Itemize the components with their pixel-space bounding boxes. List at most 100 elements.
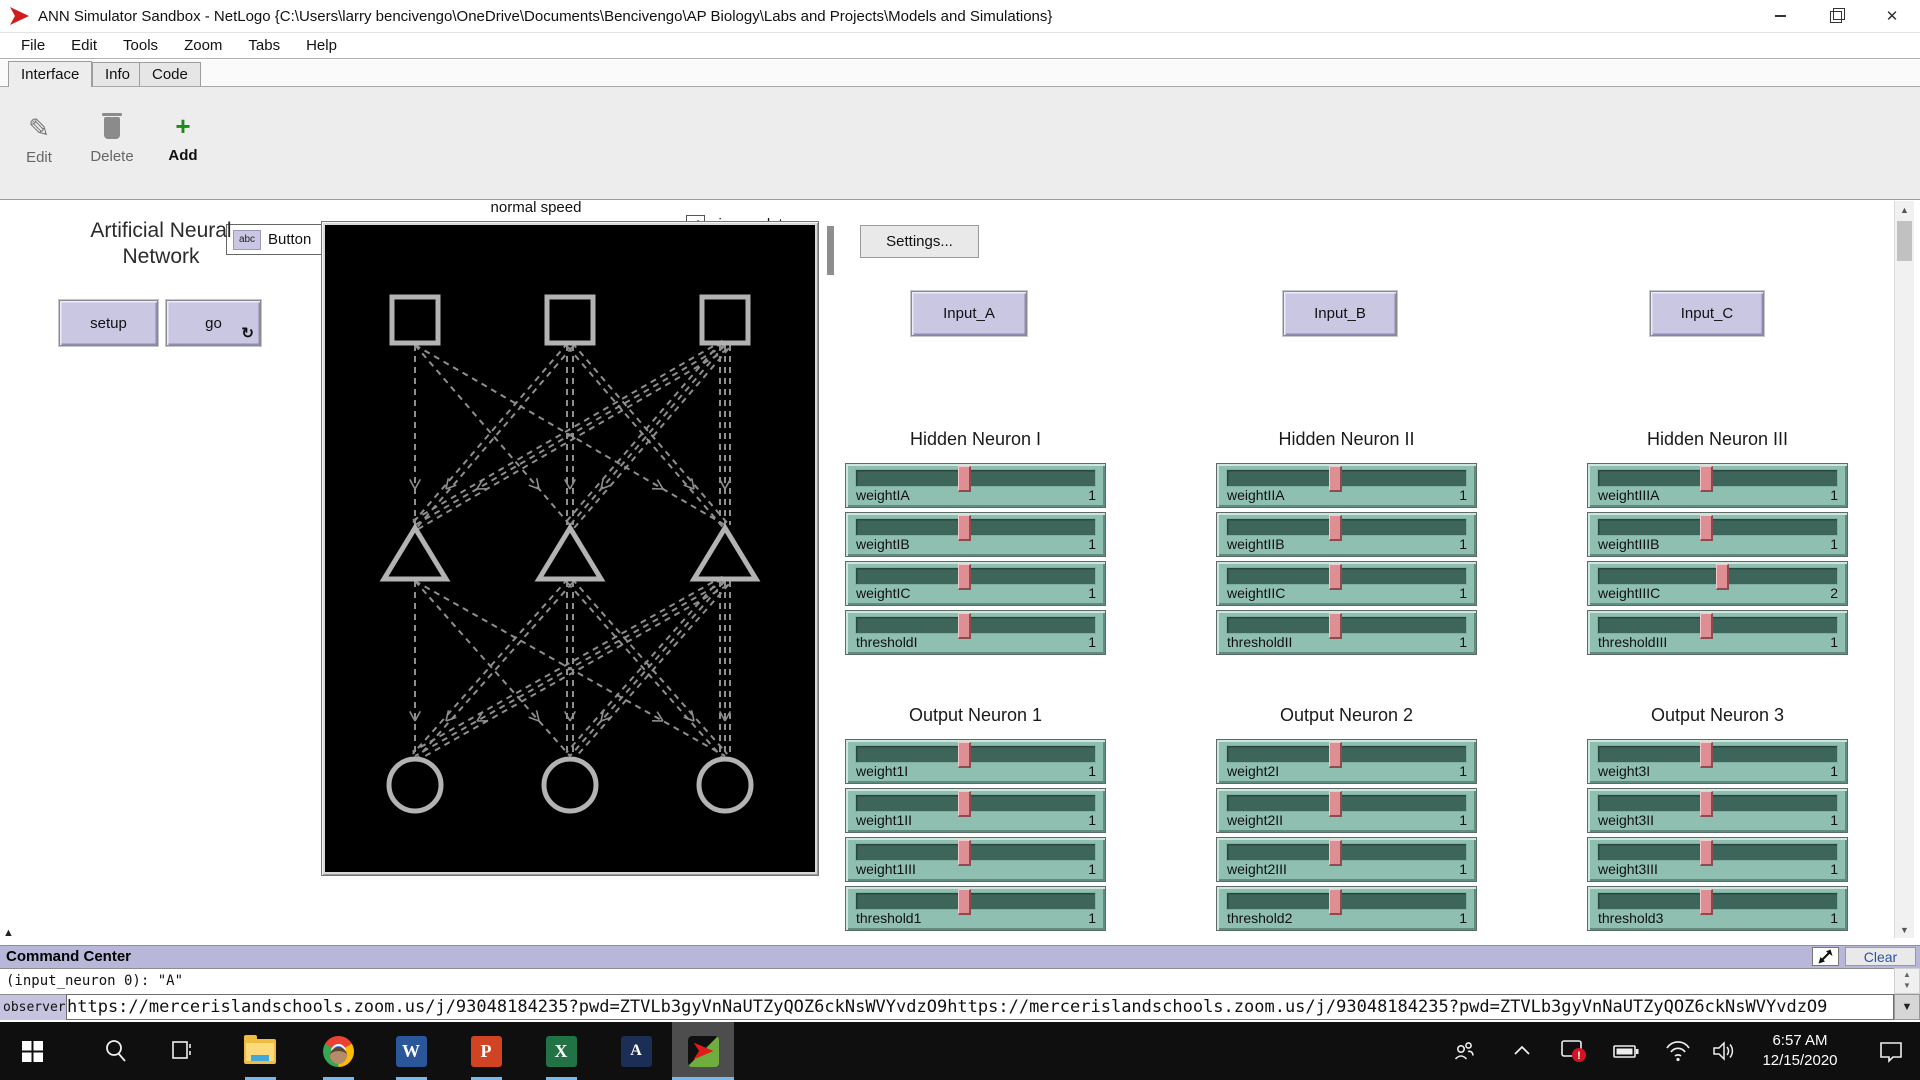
menu-zoom[interactable]: Zoom: [171, 37, 235, 54]
slider-handle[interactable]: [1700, 791, 1713, 817]
slider-handle[interactable]: [1329, 466, 1342, 492]
menu-edit[interactable]: Edit: [58, 37, 110, 54]
input-c-button[interactable]: Input_C: [1650, 291, 1764, 336]
command-center-expand-button[interactable]: [1812, 947, 1839, 966]
slider-weight3I[interactable]: weight3I1: [1587, 739, 1848, 784]
slider-handle[interactable]: [1329, 889, 1342, 915]
tray-notification-app-button[interactable]: !: [1552, 1022, 1596, 1080]
taskbar-word[interactable]: W: [389, 1022, 433, 1080]
taskbar-chrome[interactable]: [316, 1022, 360, 1080]
slider-handle[interactable]: [958, 466, 971, 492]
slider-track[interactable]: [855, 616, 1096, 634]
setup-button[interactable]: setup: [59, 300, 158, 346]
taskbar-acrobat[interactable]: A: [614, 1022, 658, 1080]
slider-track[interactable]: [1597, 616, 1838, 634]
slider-thresholdI[interactable]: thresholdI1: [845, 610, 1106, 655]
input-a-button[interactable]: Input_A: [911, 291, 1027, 336]
slider-handle[interactable]: [1700, 840, 1713, 866]
slider-track[interactable]: [1597, 518, 1838, 536]
delete-widget-button[interactable]: Delete: [84, 113, 140, 165]
slider-handle[interactable]: [1700, 515, 1713, 541]
slider-handle[interactable]: [1716, 564, 1729, 590]
action-center-button[interactable]: [1866, 1022, 1916, 1080]
task-view-button[interactable]: [158, 1022, 206, 1080]
go-button[interactable]: go ↻: [166, 300, 261, 346]
slider-handle[interactable]: [958, 742, 971, 768]
slider-track[interactable]: [855, 567, 1096, 585]
slider-weightIB[interactable]: weightIB1: [845, 512, 1106, 557]
slider-handle[interactable]: [958, 840, 971, 866]
slider-weight3II[interactable]: weight3II1: [1587, 788, 1848, 833]
slider-track[interactable]: [1226, 892, 1467, 910]
tray-wifi-button[interactable]: [1656, 1022, 1700, 1080]
add-widget-button[interactable]: + Add: [160, 111, 206, 164]
close-button[interactable]: ✕: [1864, 0, 1920, 32]
slider-handle[interactable]: [958, 515, 971, 541]
scroll-corner-icon[interactable]: ▲: [3, 927, 14, 939]
input-b-button[interactable]: Input_B: [1283, 291, 1397, 336]
command-input[interactable]: https://mercerislandschools.zoom.us/j/93…: [66, 994, 1894, 1020]
command-log-scrollbar[interactable]: ▲ ▼: [1894, 968, 1920, 994]
slider-thresholdII[interactable]: thresholdII1: [1216, 610, 1477, 655]
slider-weight2II[interactable]: weight2II1: [1216, 788, 1477, 833]
slider-track[interactable]: [1597, 892, 1838, 910]
slider-weightIA[interactable]: weightIA1: [845, 463, 1106, 508]
observer-prompt[interactable]: observer>: [0, 994, 66, 1020]
tray-people-button[interactable]: [1442, 1022, 1486, 1080]
slider-handle[interactable]: [1329, 742, 1342, 768]
slider-track[interactable]: [855, 843, 1096, 861]
slider-handle[interactable]: [958, 564, 971, 590]
slider-weight2III[interactable]: weight2III1: [1216, 837, 1477, 882]
tab-interface[interactable]: Interface: [8, 61, 92, 87]
command-history-dropdown[interactable]: ▼: [1894, 994, 1920, 1020]
menu-file[interactable]: File: [8, 37, 58, 54]
slider-handle[interactable]: [1329, 613, 1342, 639]
clear-button[interactable]: Clear: [1845, 947, 1916, 966]
scroll-down-icon[interactable]: ▼: [1895, 980, 1919, 991]
slider-track[interactable]: [1226, 616, 1467, 634]
command-center-header[interactable]: [0, 945, 1920, 968]
edit-widget-button[interactable]: ✎ Edit: [16, 113, 62, 166]
slider-track[interactable]: [1226, 518, 1467, 536]
slider-weight1II[interactable]: weight1II1: [845, 788, 1106, 833]
scroll-up-icon[interactable]: ▲: [1895, 201, 1914, 218]
slider-weight2I[interactable]: weight2I1: [1216, 739, 1477, 784]
tray-overflow-button[interactable]: [1502, 1022, 1542, 1080]
slider-track[interactable]: [1597, 469, 1838, 487]
slider-weightIIC[interactable]: weightIIC1: [1216, 561, 1477, 606]
title-bar[interactable]: ANN Simulator Sandbox - NetLogo {C:\User…: [0, 0, 1920, 33]
slider-weight1III[interactable]: weight1III1: [845, 837, 1106, 882]
scroll-up-icon[interactable]: ▲: [1895, 969, 1919, 980]
slider-weight1I[interactable]: weight1I1: [845, 739, 1106, 784]
slider-weightIIIB[interactable]: weightIIIB1: [1587, 512, 1848, 557]
taskbar-powerpoint[interactable]: P: [464, 1022, 508, 1080]
slider-track[interactable]: [1226, 745, 1467, 763]
slider-weight3III[interactable]: weight3III1: [1587, 837, 1848, 882]
slider-handle[interactable]: [1700, 466, 1713, 492]
slider-track[interactable]: [1226, 794, 1467, 812]
menu-tools[interactable]: Tools: [110, 37, 171, 54]
slider-handle[interactable]: [1329, 791, 1342, 817]
slider-handle[interactable]: [1700, 742, 1713, 768]
search-button[interactable]: [92, 1022, 140, 1080]
slider-thresholdIII[interactable]: thresholdIII1: [1587, 610, 1848, 655]
slider-handle[interactable]: [958, 889, 971, 915]
start-button[interactable]: [8, 1022, 56, 1080]
taskbar-file-explorer[interactable]: [238, 1022, 282, 1080]
slider-track[interactable]: [855, 745, 1096, 763]
slider-weightIIB[interactable]: weightIIB1: [1216, 512, 1477, 557]
slider-track[interactable]: [1597, 843, 1838, 861]
taskbar-excel[interactable]: X: [539, 1022, 583, 1080]
settings-button[interactable]: Settings...: [860, 225, 979, 258]
slider-handle[interactable]: [1329, 840, 1342, 866]
slider-weightIIIA[interactable]: weightIIIA1: [1587, 463, 1848, 508]
slider-handle[interactable]: [1329, 564, 1342, 590]
tab-info[interactable]: Info: [92, 62, 143, 86]
tray-battery-button[interactable]: [1604, 1022, 1648, 1080]
scrollbar-thumb[interactable]: [1897, 221, 1912, 261]
vertical-scrollbar[interactable]: ▲ ▼: [1894, 201, 1914, 938]
slider-handle[interactable]: [958, 613, 971, 639]
tab-code[interactable]: Code: [139, 62, 201, 86]
slider-weightIIIC[interactable]: weightIIIC2: [1587, 561, 1848, 606]
slider-weightIIA[interactable]: weightIIA1: [1216, 463, 1477, 508]
